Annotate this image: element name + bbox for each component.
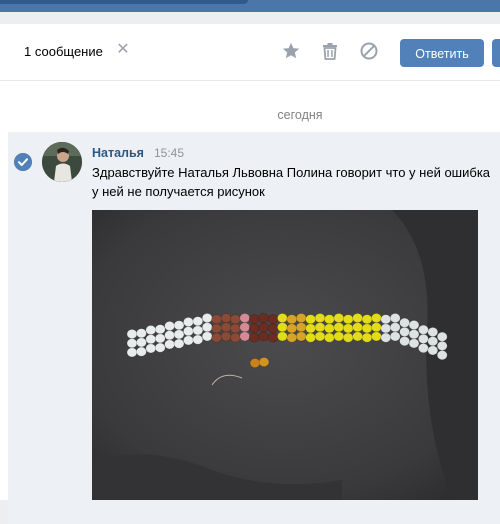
star-icon[interactable] bbox=[281, 41, 301, 61]
checkmark-icon[interactable] bbox=[14, 153, 32, 171]
reply-button[interactable]: Ответить bbox=[400, 39, 484, 67]
message-time[interactable]: 15:45 bbox=[154, 146, 184, 160]
block-icon[interactable] bbox=[359, 41, 379, 61]
avatar[interactable] bbox=[42, 142, 82, 182]
header-search-field[interactable] bbox=[0, 0, 248, 4]
dialog-panel: 1 сообщение ✕ Ответить сегодня Наталья 1… bbox=[0, 24, 500, 524]
date-separator: сегодня bbox=[277, 108, 323, 122]
photo-attachment[interactable] bbox=[92, 210, 478, 500]
selected-count: 1 сообщение bbox=[24, 44, 103, 59]
message-text: Здравствуйте Наталья Львовна Полина гово… bbox=[92, 165, 491, 199]
trash-icon[interactable] bbox=[320, 41, 340, 61]
author-name[interactable]: Наталья bbox=[92, 146, 144, 160]
forward-button[interactable] bbox=[492, 39, 500, 67]
selection-toolbar: 1 сообщение ✕ Ответить bbox=[0, 24, 500, 81]
top-header-bar bbox=[0, 0, 500, 12]
message-item[interactable]: Наталья 15:45 Здравствуйте Наталья Львов… bbox=[8, 132, 500, 524]
close-icon[interactable]: ✕ bbox=[116, 42, 130, 58]
